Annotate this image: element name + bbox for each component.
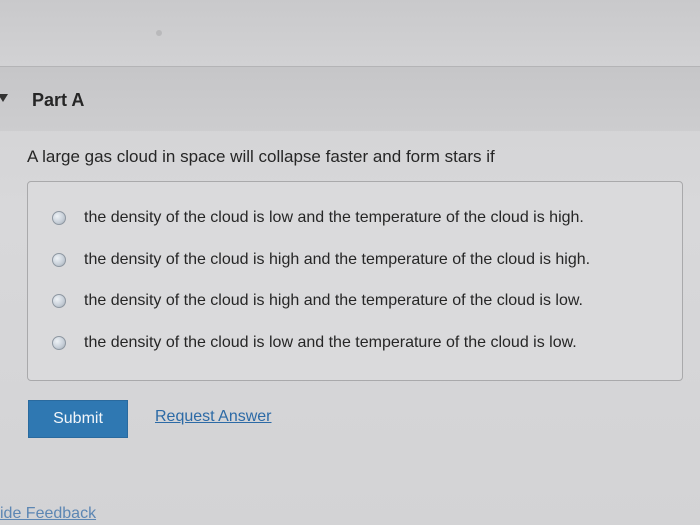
submit-button[interactable]: Submit — [28, 400, 128, 438]
radio-button-icon[interactable] — [52, 336, 66, 350]
answer-option-label: the density of the cloud is high and the… — [84, 292, 583, 309]
answer-option-3[interactable]: the density of the cloud is high and the… — [52, 289, 583, 313]
answer-option-label: the density of the cloud is high and the… — [84, 251, 591, 268]
decorative-dot — [156, 30, 162, 36]
top-band — [0, 0, 700, 66]
part-header[interactable] — [0, 67, 700, 131]
question-text: A large gas cloud in space will collapse… — [27, 147, 495, 166]
answer-option-label: the density of the cloud is low and the … — [84, 209, 584, 226]
provide-feedback-link[interactable]: vide Feedback — [0, 505, 96, 523]
answer-option-label: the density of the cloud is low and the … — [84, 334, 577, 351]
options-box: the density of the cloud is low and the … — [27, 181, 683, 381]
answer-option-1[interactable]: the density of the cloud is low and the … — [52, 206, 584, 230]
part-title: Part A — [32, 90, 85, 110]
radio-button-icon[interactable] — [52, 253, 66, 267]
answer-option-2[interactable]: the density of the cloud is high and the… — [52, 248, 590, 272]
answer-option-4[interactable]: the density of the cloud is low and the … — [52, 331, 577, 355]
collapse-caret-icon[interactable] — [0, 94, 8, 102]
request-answer-link[interactable]: Request Answer — [155, 408, 272, 426]
radio-button-icon[interactable] — [52, 294, 66, 308]
radio-button-icon[interactable] — [52, 211, 66, 225]
